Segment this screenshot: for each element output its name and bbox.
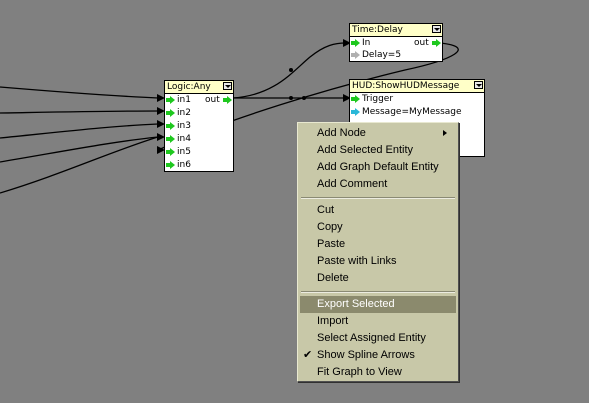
port-arrow-icon — [166, 122, 175, 130]
port-arrow-icon — [166, 135, 175, 143]
submenu-arrow-icon — [443, 130, 447, 136]
menu-item-add-graph-default-entity[interactable]: Add Graph Default Entity — [300, 159, 456, 176]
port-arrow-icon — [351, 51, 360, 59]
node-dropdown-icon[interactable] — [474, 81, 483, 89]
spline-handle[interactable] — [289, 96, 293, 100]
menu-item-cut[interactable]: Cut — [300, 202, 456, 219]
port-arrow-icon — [351, 39, 360, 47]
node-title-text: HUD:ShowHUDMessage — [352, 81, 460, 91]
menu-item-fit-graph-to-view[interactable]: Fit Graph to View — [300, 364, 456, 381]
port-arrow-icon — [351, 108, 360, 116]
port-arrow-icon — [223, 96, 232, 104]
menu-item-paste[interactable]: Paste — [300, 236, 456, 253]
port-arrow-icon — [432, 39, 441, 47]
wire-to-in5[interactable] — [0, 136, 159, 194]
menu-item-delete[interactable]: Delete — [300, 270, 456, 287]
wire-to-in1[interactable] — [0, 86, 159, 99]
menu-item-add-comment[interactable]: Add Comment — [300, 176, 456, 193]
wire-to-in3[interactable] — [0, 123, 159, 139]
menu-item-copy[interactable]: Copy — [300, 219, 456, 236]
time-delay-node[interactable]: Time:Delay In out Delay=5 — [349, 23, 443, 62]
node-title[interactable]: Time:Delay — [350, 24, 442, 37]
menu-separator — [301, 291, 455, 293]
node-dropdown-icon[interactable] — [223, 82, 232, 90]
menu-item-import[interactable]: Import — [300, 313, 456, 330]
menu-item-paste-with-links[interactable]: Paste with Links — [300, 253, 456, 270]
flow-graph-canvas[interactable]: Logic:Any in1 out in2 in3 in4 in5 in6 Ti… — [0, 0, 589, 403]
output-port-out[interactable]: out — [414, 37, 442, 49]
menu-separator — [301, 197, 455, 199]
node-dropdown-icon[interactable] — [432, 25, 441, 33]
node-title-text: Time:Delay — [352, 25, 403, 35]
node-title-text: Logic:Any — [167, 82, 211, 92]
port-arrow-icon — [166, 109, 175, 117]
port-arrow-icon — [351, 95, 360, 103]
menu-item-export-selected[interactable]: Export Selected — [300, 296, 456, 313]
port-arrow-icon — [166, 161, 175, 169]
context-menu[interactable]: Add Node Add Selected Entity Add Graph D… — [297, 122, 459, 382]
output-port-out[interactable]: out — [205, 94, 233, 106]
spline-handle[interactable] — [289, 68, 293, 72]
port-arrow-icon — [166, 148, 175, 156]
node-title[interactable]: HUD:ShowHUDMessage — [350, 80, 484, 93]
logic-any-node[interactable]: Logic:Any in1 out in2 in3 in4 in5 in6 — [164, 80, 234, 172]
wire-to-in2[interactable] — [0, 110, 159, 114]
menu-item-add-node[interactable]: Add Node — [300, 125, 456, 142]
menu-item-select-assigned-entity[interactable]: Select Assigned Entity — [300, 330, 456, 347]
spline-handle[interactable] — [302, 96, 306, 100]
node-title[interactable]: Logic:Any — [165, 81, 233, 94]
checkmark-icon: ✔ — [303, 349, 313, 361]
port-arrow-icon — [166, 96, 175, 104]
wire-to-in4[interactable] — [0, 136, 159, 163]
wire-layer — [0, 39, 459, 194]
menu-item-show-spline-arrows[interactable]: ✔ Show Spline Arrows — [300, 347, 456, 364]
menu-item-add-selected-entity[interactable]: Add Selected Entity — [300, 142, 456, 159]
